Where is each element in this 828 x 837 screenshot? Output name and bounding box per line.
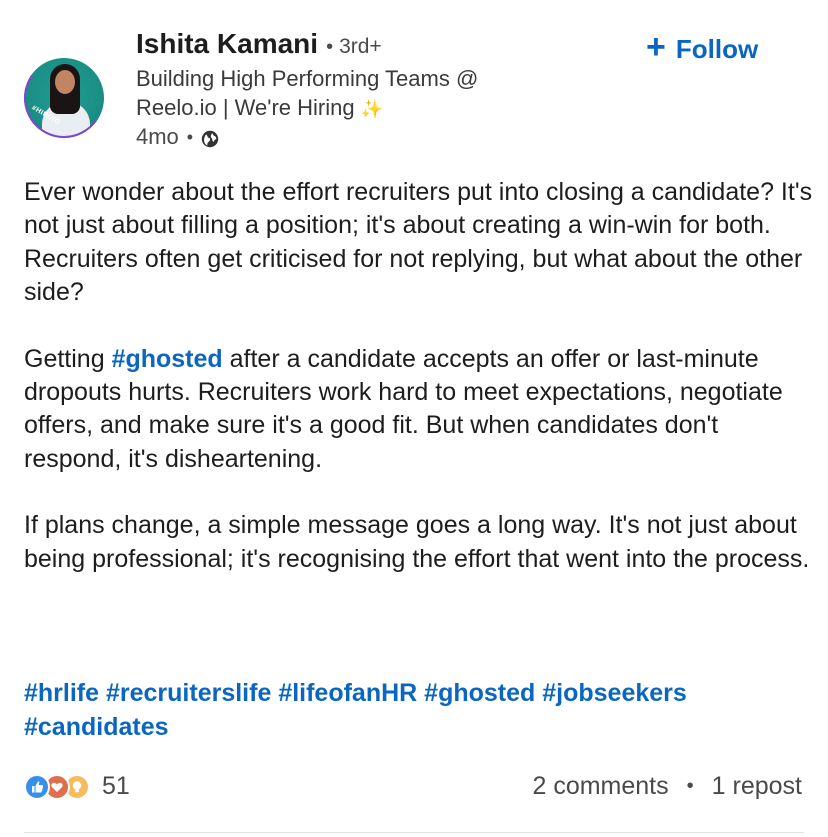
engagement-links: 2 comments • 1 repost [532,772,802,801]
separator-dot: • [686,775,694,797]
hashtag-hrlife[interactable]: #hrlife [24,679,99,707]
follow-label: Follow [675,33,759,64]
post-header: #HIRING Ishita Kamani • 3rd+ Building Hi… [0,0,828,160]
post-paragraph-1a: Ever wonder about the effort recruiters … [24,178,813,240]
hashtag-candidates[interactable]: #candidates [24,713,169,741]
divider [24,832,804,833]
sparkles-icon: ✨ [360,99,384,119]
post-paragraph-2: Getting #ghosted after a candidate accep… [24,343,814,477]
connection-degree: 3rd+ [339,35,382,58]
author-headline: Building High Performing Teams @ Reelo.i… [136,64,556,124]
post-meta: 4mo • [136,124,219,150]
comments-count-link[interactable]: 2 comments [532,772,668,801]
hashtag-list: #hrlife #recruiterslife #lifeofanHR #gho… [24,676,814,744]
hashtag-lifeofanhr[interactable]: #lifeofanHR [278,679,417,707]
post-time: 4mo [136,124,179,149]
reposts-count-link[interactable]: 1 repost [712,772,802,801]
headline-line-2: Reelo.io | We're Hiring [136,95,355,120]
follow-button[interactable]: + Follow [646,30,758,68]
post-text: Ever wonder about the effort recruiters … [24,176,814,576]
post-paragraph-1b: Recruiters often get criticised for not … [24,244,803,307]
like-reaction-icon [24,773,50,800]
social-counts: 51 2 comments • 1 repost [0,770,828,810]
plus-icon: + [646,28,666,66]
post-paragraph-3: If plans change, a simple message goes a… [24,511,810,573]
separator-dot: • [326,36,334,58]
hashtag-ghosted-inline[interactable]: #ghosted [112,345,223,373]
reactions-summary[interactable]: 51 [24,772,130,801]
avatar[interactable]: #HIRING [22,56,118,138]
hashtag-jobseekers[interactable]: #jobseekers [542,679,687,707]
avatar-photo: #HIRING [24,58,104,138]
globe-icon [201,128,219,148]
separator-dot: • [186,126,194,147]
headline-line-1: Building High Performing Teams @ [136,66,479,91]
hashtag-ghosted[interactable]: #ghosted [424,679,535,707]
p2-pre: Getting [24,344,112,373]
author-name[interactable]: Ishita Kamani [136,28,318,60]
author-line: Ishita Kamani • 3rd+ [136,28,382,62]
reaction-count: 51 [102,772,130,800]
hashtag-recruiterslife[interactable]: #recruiterslife [106,679,271,707]
